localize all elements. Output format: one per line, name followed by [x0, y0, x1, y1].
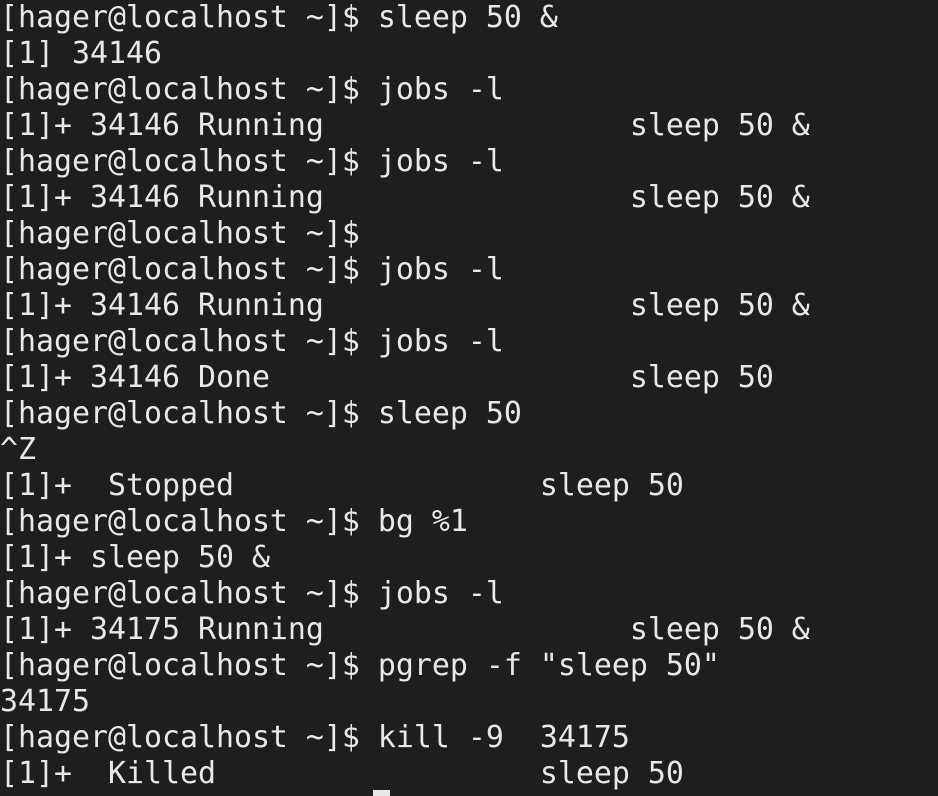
terminal-line: [1]+ 34175 Running sleep 50 & — [0, 612, 810, 647]
terminal-window[interactable]: [hager@localhost ~]$ sleep 50 & [1] 3414… — [0, 0, 938, 796]
terminal-line: [hager@localhost ~]$ bg %1 — [0, 504, 468, 539]
terminal-line: [1]+ Stopped sleep 50 — [0, 468, 684, 503]
terminal-line: [hager@localhost ~]$ pgrep -f "sleep 50" — [0, 648, 720, 683]
terminal-line: [1] 34146 — [0, 36, 162, 71]
terminal-line: [hager@localhost ~]$ sleep 50 & — [0, 0, 558, 35]
terminal-line: [1]+ 34146 Running sleep 50 & — [0, 108, 810, 143]
terminal-line: [1]+ sleep 50 & — [0, 540, 270, 575]
terminal-line: [1]+ 34146 Running sleep 50 & — [0, 288, 810, 323]
terminal-line: ^Z — [0, 432, 36, 467]
terminal-line: 34175 — [0, 684, 90, 719]
text-cursor — [373, 790, 390, 796]
terminal-line: [1]+ 34146 Done sleep 50 — [0, 360, 774, 395]
terminal-line: [hager@localhost ~]$ kill -9 34175 — [0, 720, 630, 755]
terminal-line: [hager@localhost ~]$ jobs -l — [0, 324, 504, 359]
terminal-line: [1]+ Killed sleep 50 — [0, 756, 684, 791]
terminal-line: [hager@localhost ~]$ jobs -l — [0, 252, 504, 287]
terminal-line: [hager@localhost ~]$ sleep 50 — [0, 396, 522, 431]
terminal-line: [1]+ 34146 Running sleep 50 & — [0, 180, 810, 215]
terminal-line: [hager@localhost ~]$ jobs -l — [0, 576, 504, 611]
terminal-line: [hager@localhost ~]$ jobs -l — [0, 144, 504, 179]
terminal-line: [hager@localhost ~]$ — [0, 216, 360, 251]
terminal-line: [hager@localhost ~]$ jobs -l — [0, 72, 504, 107]
